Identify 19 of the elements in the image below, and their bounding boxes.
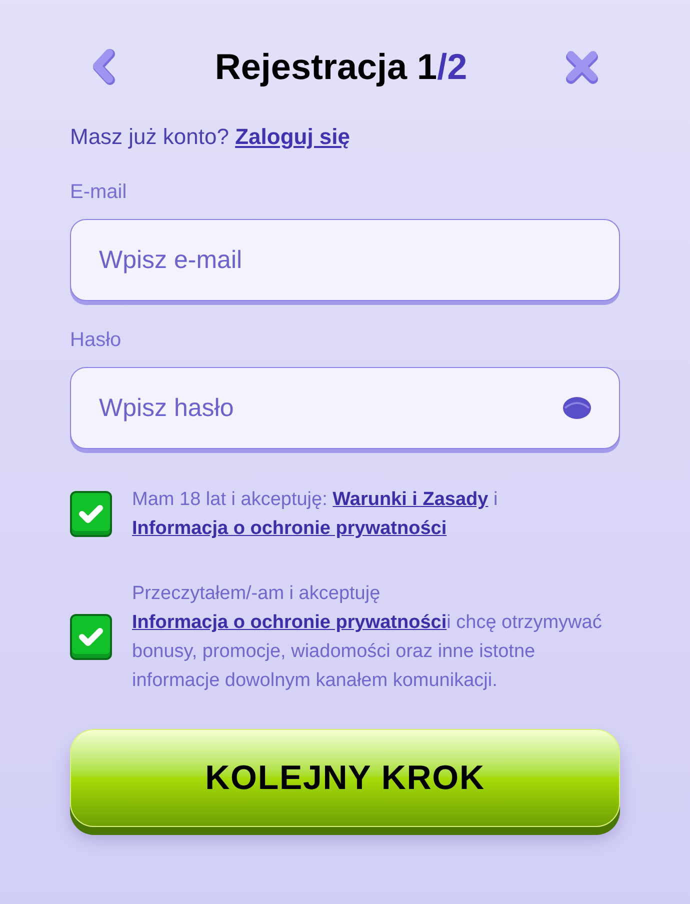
- policy-link[interactable]: Informacja o ochronie prywatności: [132, 612, 447, 633]
- password-field[interactable]: Wpisz hasło: [70, 367, 620, 449]
- checkbox[interactable]: [70, 614, 112, 660]
- consent-text: Przeczytałem/-am i akceptuję Informacja o ochronie prywatnościi chcę otrzymywać bonusy, promocje, wiadomości oraz inne istotne informacje dowolnym kanałem komunikacji.: [132, 582, 603, 693]
- field-label: Hasło: [70, 328, 122, 353]
- page-title: Rejestracja 1/2: [214, 45, 468, 89]
- login-link[interactable]: Zaloguj się: [235, 124, 350, 149]
- login-prompt: Masz już konto? Zaloguj się: [70, 123, 352, 151]
- close-icon: [564, 49, 600, 85]
- check-icon: [78, 627, 104, 647]
- policy-link[interactable]: Informacja o ochronie prywatności: [132, 518, 447, 539]
- field-label: E-mail: [70, 180, 128, 205]
- check-icon: [78, 504, 104, 524]
- consent-text: Mam 18 lat i akceptuję: Warunki i Zasady i Informacja o ochronie prywatności: [132, 488, 499, 541]
- chevron-left-icon: [90, 48, 118, 86]
- email-field[interactable]: Wpisz e-mail: [70, 219, 620, 301]
- policy-link[interactable]: Warunki i Zasady: [332, 489, 488, 510]
- eye-icon[interactable]: [562, 396, 592, 420]
- checkbox[interactable]: [70, 491, 112, 537]
